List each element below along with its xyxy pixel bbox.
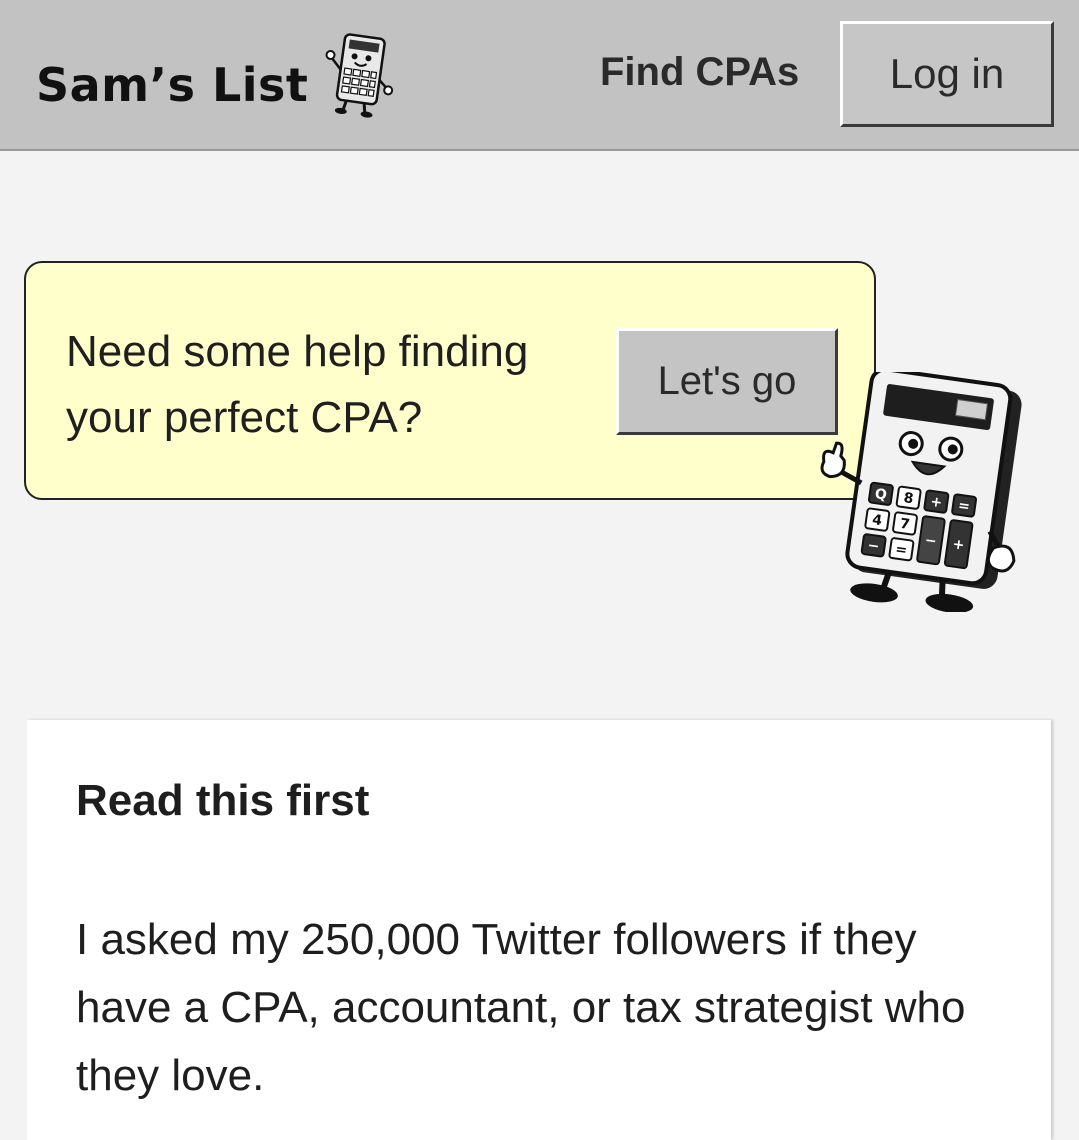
info-card: Read this first I asked my 250,000 Twitt… (27, 720, 1051, 1140)
mascot-key-label: + (929, 494, 943, 511)
mascot-key-label: Q (874, 486, 888, 504)
promo-banner: Need some help finding your perfect CPA?… (24, 261, 876, 500)
calculator-mascot-logo-icon[interactable] (316, 32, 400, 118)
card-body-text: I asked my 250,000 Twitter followers if … (76, 915, 966, 1100)
nav-find-cpas[interactable]: Find CPAs (600, 50, 799, 95)
mascot-key-label: = (957, 498, 971, 515)
lets-go-button[interactable]: Let's go (616, 328, 838, 435)
mascot-key-label: = (894, 541, 908, 558)
promo-text: Need some help finding your perfect CPA? (66, 327, 529, 442)
card-title: Read this first (76, 776, 370, 825)
mascot-key-label: + (952, 536, 966, 553)
login-button[interactable]: Log in (840, 21, 1054, 127)
mascot-key-label: − (924, 533, 938, 550)
logo-text[interactable]: Sam’s List (36, 58, 308, 112)
mascot-key-label: − (867, 538, 881, 555)
site-header: Sam’s List Find CPAs Log in (0, 0, 1079, 151)
calculator-mascot-icon: Q 8 + = 4 7 − + − = (820, 372, 1022, 612)
